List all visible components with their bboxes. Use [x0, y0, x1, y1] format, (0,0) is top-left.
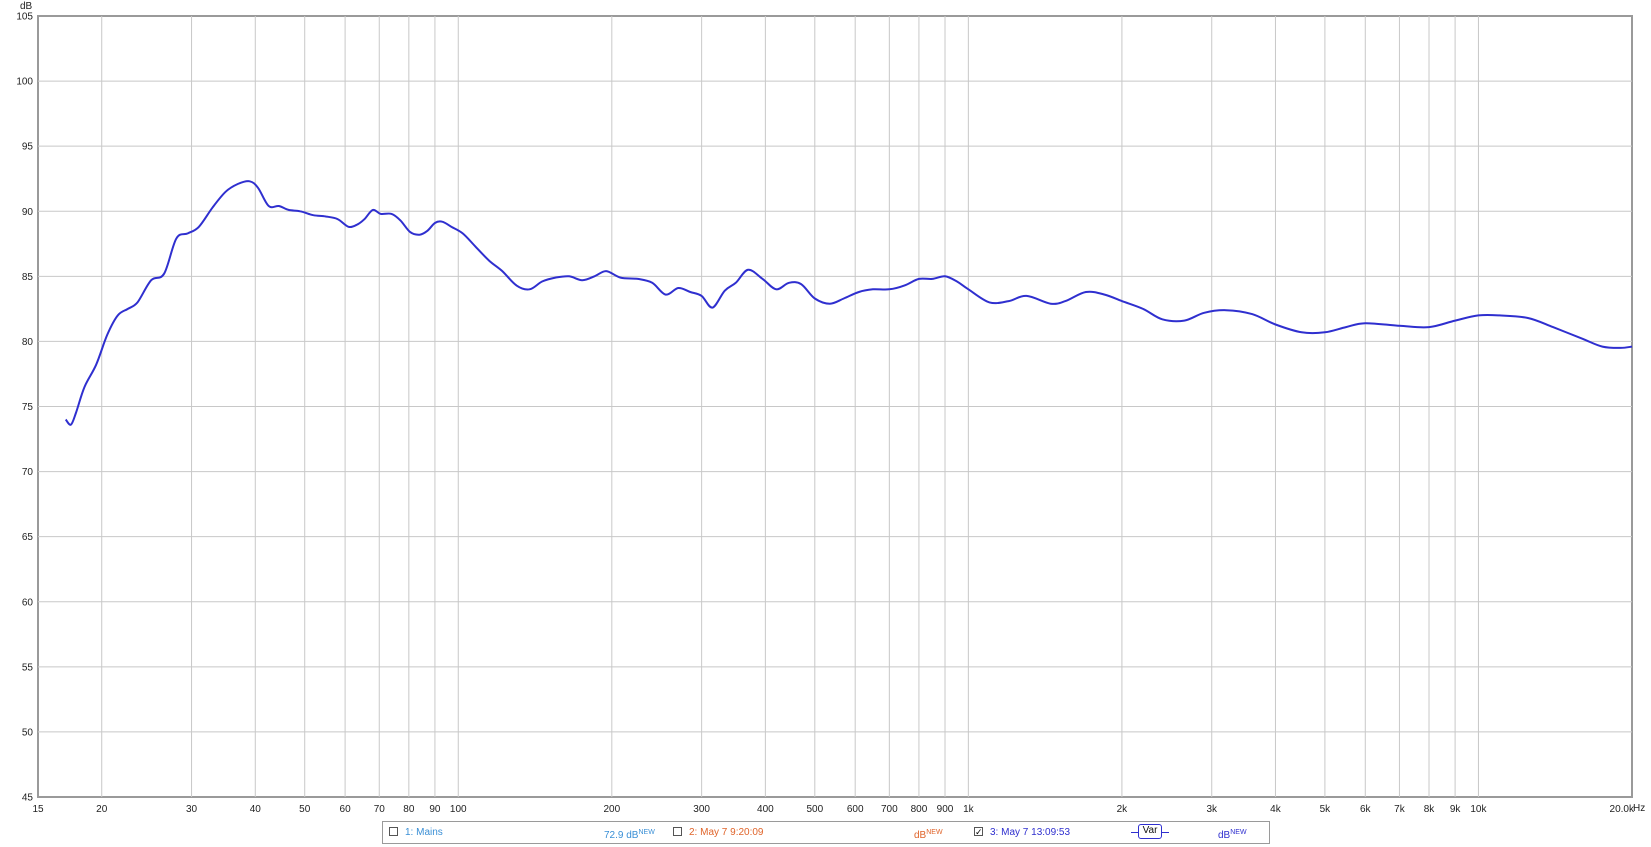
- legend-label-mains: 1: Mains: [405, 827, 443, 838]
- x-tick-label: 500: [806, 804, 823, 815]
- legend-value-may7-1309: dBNEW: [1218, 826, 1247, 842]
- x-tick-label: 100: [450, 804, 467, 815]
- x-tick-label: 6k: [1360, 804, 1372, 815]
- y-axis-unit: dB: [20, 1, 33, 12]
- y-tick-label: 95: [22, 142, 34, 153]
- frequency-response-chart: 105 100 95 90 85 80 75 70 65 60 55 50 45 15 20 30 40 50 6…: [16, 1, 1645, 815]
- y-tick-label: 75: [22, 402, 34, 413]
- x-tick-label: 7k: [1394, 804, 1406, 815]
- x-tick-label: 10k: [1470, 804, 1487, 815]
- x-tick-label: 30: [186, 804, 198, 815]
- legend-value-mains: 72.9 dBNEW: [604, 826, 655, 842]
- x-tick-labels: 15 20 30 40 50 60 70 80 90 100 200 300 400 500 600 700 8…: [32, 804, 1635, 815]
- y-tick-label: 90: [22, 207, 34, 218]
- may7-920-checkbox[interactable]: [673, 827, 682, 836]
- y-tick-label: 70: [22, 467, 34, 478]
- legend-value-mains-sup: NEW: [638, 829, 655, 836]
- legend-bar: 1: Mains 72.9 dBNEW 2: May 7 9:20:09 dBN…: [382, 821, 1270, 844]
- x-tick-label: 1k: [963, 804, 975, 815]
- x-tick-label: 20: [96, 804, 108, 815]
- y-tick-labels: 105 100 95 90 85 80 75 70 65 60 55 50 45: [16, 12, 33, 804]
- var-line-left: [1131, 832, 1138, 833]
- legend-label-may7-1309: 3: May 7 13:09:53: [990, 827, 1071, 838]
- y-tick-label: 80: [22, 337, 34, 348]
- x-tick-label: 900: [937, 804, 954, 815]
- x-tick-label: 400: [757, 804, 774, 815]
- y-tick-label: 100: [16, 77, 33, 88]
- x-tick-label: 50: [299, 804, 311, 815]
- x-tick-label: 5k: [1320, 804, 1332, 815]
- x-tick-label: 60: [340, 804, 352, 815]
- x-axis-unit: Hz: [1633, 803, 1645, 814]
- legend-value-may7-920: dBNEW: [914, 826, 943, 842]
- y-tick-label: 55: [22, 662, 34, 673]
- x-tick-label: 80: [403, 804, 415, 815]
- x-tick-label: 700: [881, 804, 898, 815]
- legend-label-may7-920: 2: May 7 9:20:09: [689, 827, 764, 838]
- y-tick-label: 65: [22, 532, 34, 543]
- x-tick-label: 800: [911, 804, 928, 815]
- y-tick-label: 60: [22, 597, 34, 608]
- x-tick-label: 90: [429, 804, 441, 815]
- x-tick-label: 20.0k: [1610, 804, 1635, 815]
- x-tick-label: 3k: [1206, 804, 1218, 815]
- x-tick-label: 2k: [1117, 804, 1129, 815]
- may7-1309-checkbox[interactable]: ✓: [974, 827, 983, 837]
- legend-value-may7-1309-text: dB: [1218, 830, 1231, 841]
- x-tick-label: 200: [603, 804, 620, 815]
- y-tick-label: 50: [22, 727, 34, 738]
- x-tick-label: 70: [374, 804, 386, 815]
- y-tick-label: 85: [22, 272, 34, 283]
- x-tick-label: 15: [32, 804, 44, 815]
- y-tick-label: 105: [16, 12, 33, 23]
- x-tick-label: 300: [693, 804, 710, 815]
- x-tick-label: 600: [847, 804, 864, 815]
- x-tick-label: 8k: [1424, 804, 1436, 815]
- x-tick-label: 9k: [1450, 804, 1462, 815]
- mains-checkbox[interactable]: [389, 827, 398, 836]
- var-button[interactable]: Var: [1138, 824, 1162, 839]
- var-line-right: [1162, 832, 1169, 833]
- x-tick-label: 4k: [1270, 804, 1282, 815]
- y-tick-label: 45: [22, 793, 34, 804]
- legend-value-may7-1309-sup: NEW: [1230, 829, 1247, 836]
- legend-value-mains-text: 72.9 dB: [604, 830, 639, 841]
- x-tick-label: 40: [250, 804, 262, 815]
- legend-value-may7-920-text: dB: [914, 830, 927, 841]
- legend-value-may7-920-sup: NEW: [926, 829, 943, 836]
